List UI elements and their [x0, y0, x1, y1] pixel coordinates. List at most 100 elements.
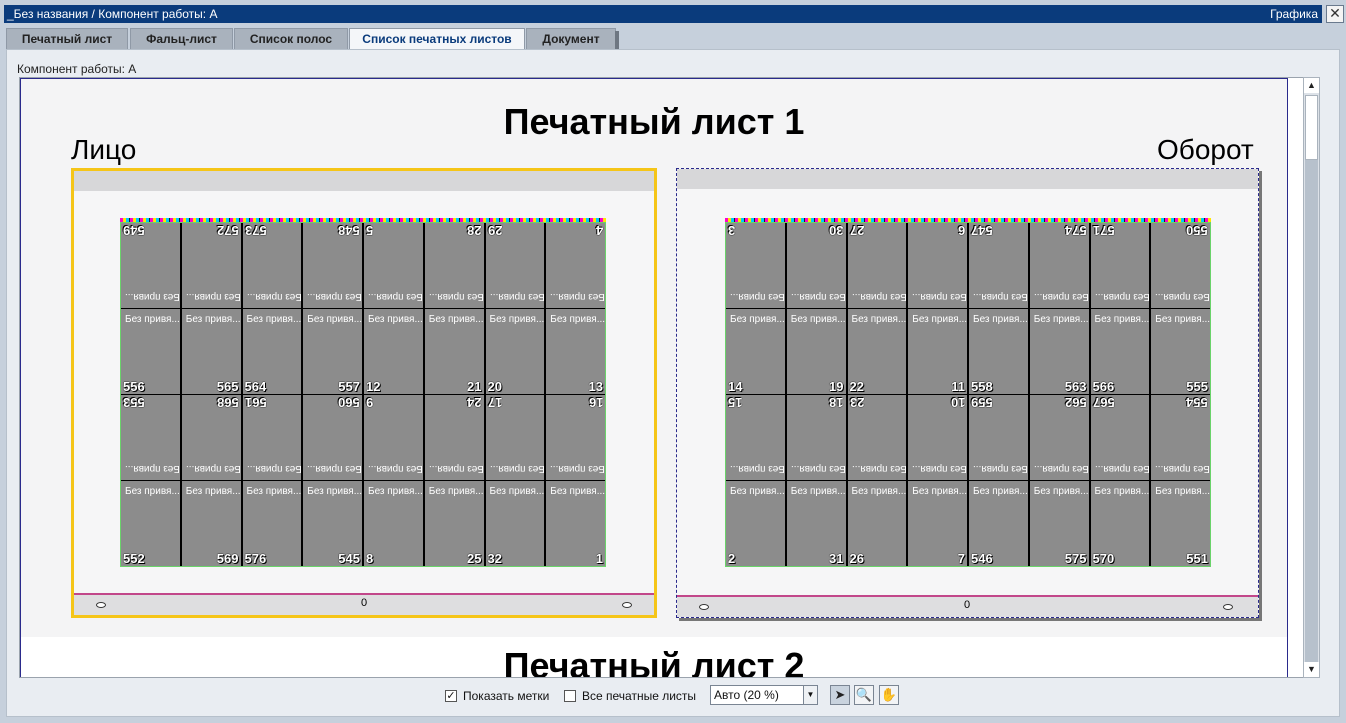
page-caption: Без привя... [1033, 314, 1089, 325]
tab-print-sheet-list[interactable]: Список печатных листов [349, 28, 525, 51]
page-number: 24 [467, 395, 482, 410]
page-cell[interactable]: Без привя... 569 [181, 481, 241, 566]
page-cell[interactable]: Без привя... 550 [1151, 223, 1210, 308]
page-cell[interactable]: Без привя... 32 [485, 481, 545, 566]
page-cell[interactable]: Без привя... 12 [364, 309, 423, 394]
page-cell[interactable]: Без привя... 553 [121, 395, 180, 480]
page-number: 557 [338, 379, 360, 394]
front-plate[interactable]: Без привя... 549 Без привя... 572 Без привя.… [71, 168, 657, 618]
page-cell[interactable]: Без привя... 557 [303, 309, 362, 394]
pointer-icon[interactable]: ➤ [830, 685, 850, 705]
page-cell[interactable]: Без привя... 552 [121, 481, 180, 566]
sheet-viewport[interactable]: Печатный лист 1 Лицо Оборот Без привя...… [19, 77, 1314, 678]
page-number: 554 [1186, 395, 1208, 410]
page-cell[interactable]: Без привя... 24 [424, 395, 484, 480]
page-caption: Без привя... [851, 314, 907, 325]
page-cell[interactable]: Без привя... 574 [1029, 223, 1089, 308]
page-cell[interactable]: Без привя... 545 [303, 481, 362, 566]
page-caption: Без привя... [246, 486, 302, 497]
tab-print-sheet[interactable]: Печатный лист [6, 28, 128, 49]
show-marks-checkbox[interactable]: ✓ [445, 690, 457, 702]
page-cell[interactable]: Без привя... 566 [1090, 309, 1150, 394]
page-cell[interactable]: Без привя... 572 [181, 223, 241, 308]
page-number: 15 [728, 395, 743, 410]
page-cell[interactable]: Без привя... 576 [242, 481, 302, 566]
page-cell[interactable]: Без привя... 17 [485, 395, 545, 480]
page-number: 555 [1186, 379, 1208, 394]
page-cell[interactable]: Без привя... 546 [969, 481, 1028, 566]
page-cell[interactable]: Без привя... 3 [726, 223, 785, 308]
page-cell[interactable]: Без привя... 19 [786, 309, 846, 394]
page-cell[interactable]: Без привя... 11 [908, 309, 967, 394]
page-cell[interactable]: Без привя... 564 [242, 309, 302, 394]
page-cell[interactable]: Без привя... 22 [847, 309, 907, 394]
page-cell[interactable]: Без привя... 31 [786, 481, 846, 566]
hand-icon[interactable]: ✋ [879, 685, 899, 705]
page-cell[interactable]: Без привя... 8 [364, 481, 423, 566]
tab-document[interactable]: Документ [526, 28, 619, 50]
page-cell[interactable]: Без привя... 29 [485, 223, 545, 308]
page-cell[interactable]: Без привя... 6 [908, 223, 967, 308]
page-cell[interactable]: Без привя... 548 [303, 223, 362, 308]
all-sheets-label[interactable]: Все печатные листы [582, 689, 696, 703]
tab-fold-sheet[interactable]: Фальц-лист [130, 28, 233, 49]
page-cell[interactable]: Без привя... 10 [908, 395, 967, 480]
page-cell[interactable]: Без привя... 16 [546, 395, 605, 480]
page-cell[interactable]: Без привя... 25 [424, 481, 484, 566]
page-cell[interactable]: Без привя... 28 [424, 223, 484, 308]
page-cell[interactable]: Без привя... 5 [364, 223, 423, 308]
scroll-thumb[interactable] [1305, 95, 1318, 160]
page-cell[interactable]: Без привя... 9 [364, 395, 423, 480]
page-cell[interactable]: Без привя... 554 [1151, 395, 1210, 480]
zoom-icon[interactable]: 🔍 [854, 685, 874, 705]
page-cell[interactable]: Без привя... 555 [1151, 309, 1210, 394]
scroll-down-button[interactable]: ▼ [1304, 662, 1319, 677]
page-cell[interactable]: Без привя... 568 [181, 395, 241, 480]
page-cell[interactable]: Без привя... 2 [726, 481, 785, 566]
page-cell[interactable]: Без привя... 570 [1090, 481, 1150, 566]
page-cell[interactable]: Без привя... 573 [242, 223, 302, 308]
page-cell[interactable]: Без привя... 565 [181, 309, 241, 394]
page-cell[interactable]: Без привя... 18 [786, 395, 846, 480]
page-cell[interactable]: Без привя... 30 [786, 223, 846, 308]
chevron-down-icon[interactable]: ▼ [803, 686, 817, 704]
page-number: 12 [366, 379, 381, 394]
zoom-select[interactable]: Авто (20 %) ▼ [710, 685, 818, 705]
page-cell[interactable]: Без привя... 15 [726, 395, 785, 480]
page-cell[interactable]: Без привя... 562 [1029, 395, 1089, 480]
page-cell[interactable]: Без привя... 13 [546, 309, 605, 394]
scroll-up-button[interactable]: ▲ [1304, 78, 1319, 93]
page-cell[interactable]: Без привя... 1 [546, 481, 605, 566]
vertical-scrollbar[interactable]: ▲ ▼ [1303, 77, 1320, 678]
show-marks-label[interactable]: Показать метки [463, 689, 549, 703]
page-cell[interactable]: Без привя... 26 [847, 481, 907, 566]
page-cell[interactable]: Без привя... 558 [969, 309, 1028, 394]
page-caption: Без привя... [973, 314, 1028, 325]
page-cell[interactable]: Без привя... 563 [1029, 309, 1089, 394]
page-cell[interactable]: Без привя... 23 [847, 395, 907, 480]
page-cell[interactable]: Без привя... 556 [121, 309, 180, 394]
page-cell[interactable]: Без привя... 559 [969, 395, 1028, 480]
page-number: 23 [849, 395, 864, 410]
page-cell[interactable]: Без привя... 571 [1090, 223, 1150, 308]
close-button[interactable]: ✕ [1326, 5, 1344, 23]
page-cell[interactable]: Без привя... 567 [1090, 395, 1150, 480]
page-cell[interactable]: Без привя... 27 [847, 223, 907, 308]
page-cell[interactable]: Без привя... 549 [121, 223, 180, 308]
page-cell[interactable]: Без привя... 547 [969, 223, 1028, 308]
page-cell[interactable]: Без привя... 14 [726, 309, 785, 394]
tab-page-list[interactable]: Список полос [234, 28, 348, 49]
back-plate[interactable]: Без привя... 3 Без привя... 30 Без привя... 2… [676, 168, 1259, 618]
page-cell[interactable]: Без привя... 560 [303, 395, 362, 480]
page-cell[interactable]: Без привя... 4 [546, 223, 605, 308]
page-cell[interactable]: Без привя... 561 [242, 395, 302, 480]
page-number: 14 [728, 379, 743, 394]
page-cell[interactable]: Без привя... 575 [1029, 481, 1089, 566]
page-cell[interactable]: Без привя... 551 [1151, 481, 1210, 566]
all-sheets-checkbox[interactable] [564, 690, 576, 702]
title-bar-strip: _Без названия / Компонент работы: A Граф… [4, 5, 1322, 23]
scroll-track[interactable] [1305, 160, 1318, 662]
page-cell[interactable]: Без привя... 20 [485, 309, 545, 394]
page-cell[interactable]: Без привя... 21 [424, 309, 484, 394]
page-cell[interactable]: Без привя... 7 [908, 481, 967, 566]
